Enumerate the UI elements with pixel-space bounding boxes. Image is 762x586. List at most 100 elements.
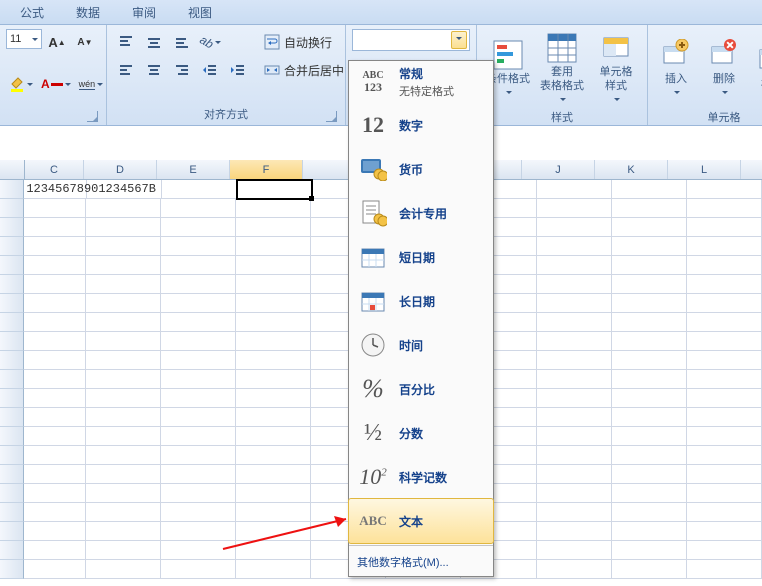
- cell[interactable]: [24, 237, 85, 256]
- cell[interactable]: [236, 218, 311, 237]
- format-percent[interactable]: % 百分比: [349, 367, 493, 411]
- cell[interactable]: [537, 522, 612, 541]
- cell[interactable]: [537, 275, 612, 294]
- cell[interactable]: [161, 484, 236, 503]
- cell[interactable]: [86, 427, 161, 446]
- cell[interactable]: [236, 408, 311, 427]
- cell[interactable]: [612, 427, 687, 446]
- cell[interactable]: [537, 408, 612, 427]
- format-long-date[interactable]: 长日期: [349, 279, 493, 323]
- cell[interactable]: [161, 541, 236, 560]
- cell[interactable]: [612, 218, 687, 237]
- table-format-button[interactable]: 套用表格格式: [537, 29, 587, 107]
- cell[interactable]: [612, 389, 687, 408]
- tab-formula[interactable]: 公式: [4, 0, 60, 25]
- cell[interactable]: [86, 370, 161, 389]
- cell[interactable]: [612, 484, 687, 503]
- cell[interactable]: [236, 237, 311, 256]
- cell[interactable]: [236, 275, 311, 294]
- delete-button[interactable]: 删除: [702, 29, 746, 107]
- cell[interactable]: [236, 446, 311, 465]
- increase-indent-button[interactable]: [225, 57, 251, 83]
- cell[interactable]: [86, 389, 161, 408]
- cell[interactable]: [161, 275, 236, 294]
- cell[interactable]: [161, 560, 236, 579]
- cell[interactable]: [537, 199, 612, 218]
- cell[interactable]: [86, 332, 161, 351]
- cell[interactable]: [687, 427, 762, 446]
- cell-style-button[interactable]: 单元格样式: [591, 29, 641, 107]
- cell[interactable]: [687, 237, 762, 256]
- cell[interactable]: [687, 256, 762, 275]
- cell[interactable]: [86, 275, 161, 294]
- cell[interactable]: [612, 256, 687, 275]
- cell[interactable]: [86, 218, 161, 237]
- cell[interactable]: [612, 408, 687, 427]
- cell[interactable]: [24, 503, 85, 522]
- cell[interactable]: [612, 560, 687, 579]
- cell[interactable]: [24, 370, 85, 389]
- cell[interactable]: [86, 446, 161, 465]
- cell[interactable]: [687, 465, 762, 484]
- align-left-button[interactable]: [113, 57, 139, 83]
- cell[interactable]: [86, 503, 161, 522]
- cell[interactable]: [687, 218, 762, 237]
- wrap-text-button[interactable]: 自动换行: [261, 29, 359, 55]
- cell[interactable]: [612, 370, 687, 389]
- cell[interactable]: [24, 256, 85, 275]
- cell[interactable]: [86, 237, 161, 256]
- cell[interactable]: [537, 218, 612, 237]
- cell[interactable]: [161, 446, 236, 465]
- cell[interactable]: [687, 180, 762, 199]
- cell[interactable]: [236, 389, 311, 408]
- cell[interactable]: [687, 313, 762, 332]
- tab-view[interactable]: 视图: [172, 0, 228, 25]
- cell[interactable]: [161, 256, 236, 275]
- cell[interactable]: [612, 522, 687, 541]
- cell[interactable]: [24, 408, 85, 427]
- cell[interactable]: [537, 389, 612, 408]
- cell[interactable]: [161, 370, 236, 389]
- cell[interactable]: [537, 541, 612, 560]
- cell[interactable]: [537, 351, 612, 370]
- col-header-k[interactable]: K: [595, 160, 668, 179]
- cell[interactable]: [86, 465, 161, 484]
- cell[interactable]: [86, 522, 161, 541]
- cell[interactable]: [86, 541, 161, 560]
- insert-button[interactable]: 插入: [654, 29, 698, 107]
- cell[interactable]: [236, 465, 311, 484]
- fill-color-button[interactable]: [6, 71, 36, 97]
- font-color-button[interactable]: A: [38, 71, 74, 97]
- cell[interactable]: [24, 465, 85, 484]
- format-general[interactable]: ABC123 常规无特定格式: [349, 61, 493, 103]
- phonetic-button[interactable]: wén: [76, 71, 107, 97]
- format-number[interactable]: 12 数字: [349, 103, 493, 147]
- cell[interactable]: [612, 237, 687, 256]
- cell[interactable]: [161, 503, 236, 522]
- cell[interactable]: [86, 199, 161, 218]
- cell[interactable]: [537, 484, 612, 503]
- cell[interactable]: [161, 294, 236, 313]
- cell[interactable]: [161, 332, 236, 351]
- cell[interactable]: [612, 465, 687, 484]
- cell[interactable]: [537, 237, 612, 256]
- cell[interactable]: [161, 218, 236, 237]
- cell[interactable]: [537, 294, 612, 313]
- cell[interactable]: [612, 180, 687, 199]
- cell[interactable]: [687, 560, 762, 579]
- cell[interactable]: [161, 389, 236, 408]
- cell[interactable]: [236, 541, 311, 560]
- col-header-j[interactable]: J: [522, 160, 595, 179]
- cell[interactable]: [537, 370, 612, 389]
- cell[interactable]: [687, 275, 762, 294]
- cell[interactable]: [687, 484, 762, 503]
- cell[interactable]: [236, 199, 311, 218]
- cell[interactable]: [687, 370, 762, 389]
- decrease-font-button[interactable]: A▼: [72, 29, 98, 55]
- cell[interactable]: [612, 351, 687, 370]
- cell[interactable]: [236, 351, 311, 370]
- cell[interactable]: [236, 256, 311, 275]
- align-middle-button[interactable]: [141, 29, 167, 55]
- cell[interactable]: [24, 427, 85, 446]
- cell[interactable]: [24, 484, 85, 503]
